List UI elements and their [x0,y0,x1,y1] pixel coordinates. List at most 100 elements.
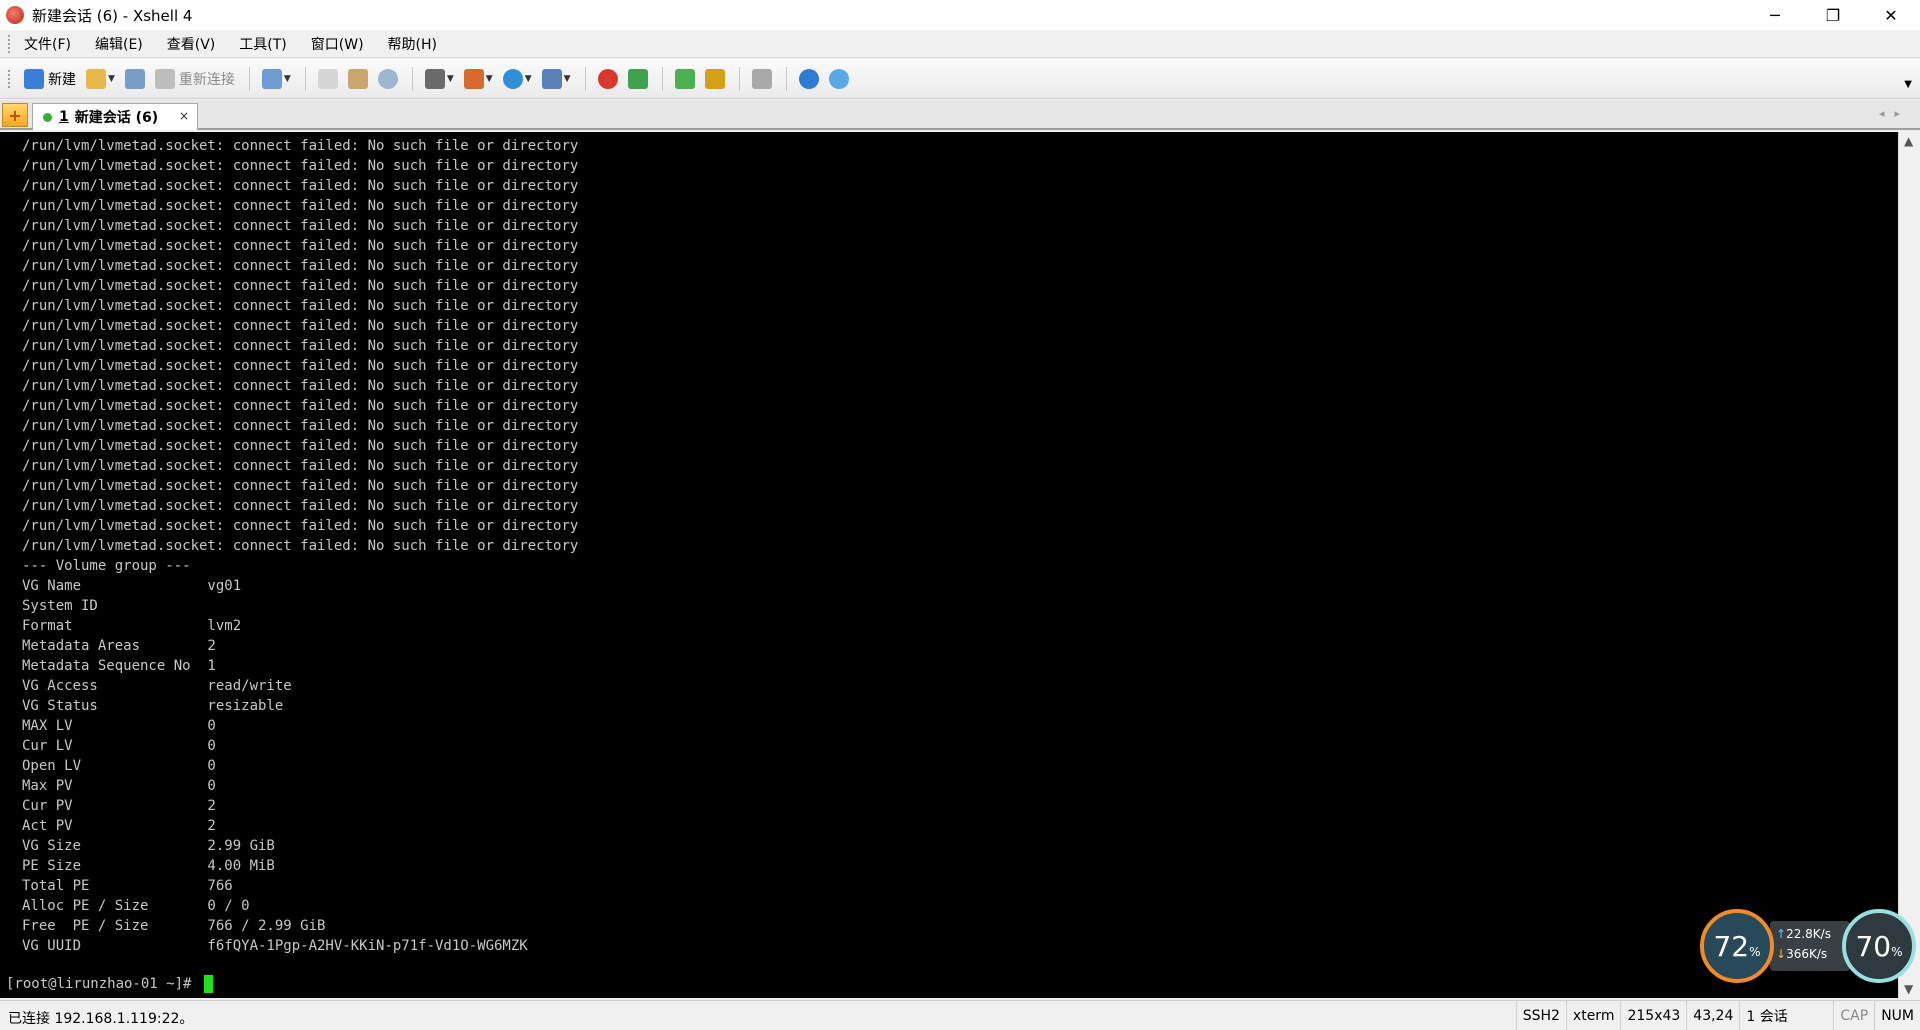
volume-group-field: Metadata Sequence No 1 [22,658,216,674]
tab-scroll-arrows-icon[interactable]: ◂▸ [1879,107,1910,120]
terminal-error-line: /run/lvm/lvmetad.socket: connect failed:… [22,538,579,554]
new-tab-button[interactable]: + [2,103,28,127]
tab-close-icon[interactable]: × [179,109,189,123]
terminal-error-line: /run/lvm/lvmetad.socket: connect failed:… [22,498,579,514]
lock-button[interactable] [701,65,729,93]
terminal-error-line: /run/lvm/lvmetad.socket: connect failed:… [22,238,579,254]
toolbar-separator [785,66,787,91]
copy-icon [317,68,338,89]
toolbar-separator [248,66,250,91]
terminal-error-line: /run/lvm/lvmetad.socket: connect failed:… [22,358,579,374]
terminal-error-line: /run/lvm/lvmetad.socket: connect failed:… [22,338,579,354]
terminal-error-line: /run/lvm/lvmetad.socket: connect failed:… [22,138,579,154]
reconnect-icon [154,68,175,89]
terminal-error-line: /run/lvm/lvmetad.socket: connect failed:… [22,218,579,234]
connect-button[interactable] [121,65,149,93]
memory-percent-sign: % [1749,945,1761,959]
menu-view[interactable]: 查看(V) [163,32,220,56]
volume-group-field: Metadata Areas 2 [22,638,216,654]
volume-group-field: VG UUID f6fQYA-1Pgp-A2HV-KKiN-p71f-Vd1O-… [22,938,528,954]
volume-group-field: VG Access read/write [22,678,292,694]
terminal-error-line: /run/lvm/lvmetad.socket: connect failed:… [22,318,579,334]
paste-button[interactable] [344,65,372,93]
cpu-gauge: 70% [1842,909,1916,983]
toolbar-overflow-icon[interactable]: ▼ [1904,79,1912,90]
chevron-down-icon: ▼ [524,73,532,84]
help-icon [798,68,819,89]
upload-rate: ↑22.8K/s [1776,927,1831,941]
terminal-error-line: /run/lvm/lvmetad.socket: connect failed:… [22,378,579,394]
maximize-button[interactable]: ❐ [1804,0,1862,30]
lock-icon [704,68,725,89]
transfer-button[interactable]: ▼ [460,65,497,93]
toolbar: 新建 ▼ 重新连接 ▼ ▼ ▼ ▼ ▼ ▼ [0,59,1920,99]
globe-button[interactable]: ▼ [499,65,536,93]
xshell-button[interactable] [594,65,622,93]
layout-grid-icon [674,68,695,89]
copy-button[interactable] [314,65,342,93]
status-session-count: 1 会话 [1739,1001,1813,1030]
new-session-button[interactable]: 新建 [20,65,80,93]
download-arrow-icon: ↓ [1776,947,1787,961]
layout-button[interactable] [671,65,699,93]
title-bar: 新建会话 (6) - Xshell 4 ─ ❐ ✕ [0,0,1920,30]
terminal-scrollbar[interactable]: ▲ ▼ [1898,132,1920,998]
properties-button[interactable]: ▼ [258,65,295,93]
menu-tools[interactable]: 工具(T) [235,32,290,56]
font-icon [541,68,562,89]
toolbar-separator [661,66,663,91]
menu-help[interactable]: 帮助(H) [384,32,441,56]
chat-button[interactable] [825,65,853,93]
status-indicators: SSH2 xterm 215x43 43,24 1 会话 CAP NUM [1515,1001,1920,1030]
terminal-error-line: /run/lvm/lvmetad.socket: connect failed:… [22,158,579,174]
tab-number: 1 [59,109,69,125]
status-terminal-type: xterm [1565,1001,1621,1030]
menu-edit[interactable]: 编辑(E) [91,32,147,56]
terminal-error-line: /run/lvm/lvmetad.socket: connect failed:… [22,258,579,274]
print-button[interactable]: ▼ [421,65,458,93]
search-icon [377,68,398,89]
chevron-down-icon: ▼ [108,73,115,84]
properties-icon [261,68,282,89]
volume-group-field: Max PV 0 [22,778,216,794]
cpu-percent: 70 [1855,930,1892,963]
print-icon [424,68,445,89]
status-cursor-position: 43,24 [1686,1001,1739,1030]
reconnect-button[interactable]: 重新连接 [151,65,239,93]
open-button[interactable]: ▼ [82,65,119,93]
system-monitor-widget[interactable]: ↑22.8K/s ↓366K/s 72% 70% [1700,905,1916,987]
chevron-down-icon: ▼ [446,73,454,84]
tab-label: 新建会话 (6) [74,110,159,126]
scroll-up-icon[interactable]: ▲ [1904,134,1913,148]
find-button[interactable] [374,65,402,93]
volume-group-field: Open LV 0 [22,758,216,774]
scroll-thumb[interactable] [1903,154,1916,974]
connection-status: 已连接 192.168.1.119:22。 [8,1011,194,1027]
window-title: 新建会话 (6) - Xshell 4 [32,6,193,25]
menu-window[interactable]: 窗口(W) [307,32,368,56]
menu-grip-icon [8,34,12,53]
terminal-error-line: /run/lvm/lvmetad.socket: connect failed:… [22,178,579,194]
minimize-button[interactable]: ─ [1746,0,1804,30]
upload-unit: K/s [1812,927,1831,941]
menu-file[interactable]: 文件(F) [20,32,75,56]
terminal-error-line: /run/lvm/lvmetad.socket: connect failed:… [22,278,579,294]
tab-session-1[interactable]: 1 新建会话 (6) × [32,103,198,130]
globe-icon [502,68,523,89]
memory-gauge-text: 72% [1704,930,1770,963]
transfer-icon [463,68,484,89]
close-button[interactable]: ✕ [1862,0,1920,30]
terminal-area[interactable]: /run/lvm/lvmetad.socket: connect failed:… [0,132,1898,998]
xftp-button[interactable] [624,65,652,93]
download-rate: ↓366K/s [1776,947,1827,961]
chevron-down-icon: ▼ [563,73,571,84]
status-bar: 已连接 192.168.1.119:22。 SSH2 xterm 215x43 … [0,1000,1920,1030]
keyboard-button[interactable] [748,65,776,93]
status-protocol: SSH2 [1515,1001,1566,1030]
terminal-prompt-line: [root@lirunzhao-01 ~]# [6,974,213,994]
font-button[interactable]: ▼ [538,65,575,93]
help-button[interactable] [795,65,823,93]
link-icon [124,68,145,89]
cpu-percent-sign: % [1891,945,1903,959]
reconnect-label: 重新连接 [178,71,235,88]
